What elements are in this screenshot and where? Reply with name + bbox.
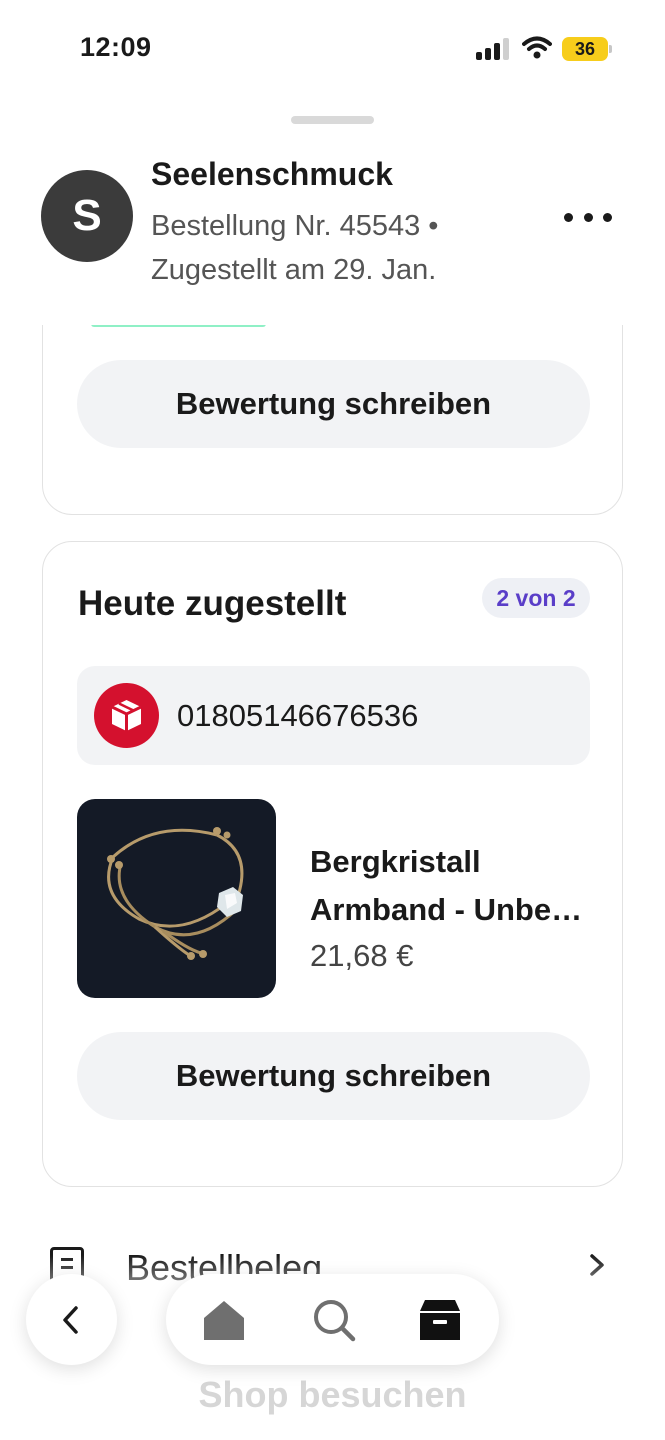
sheet-drag-handle[interactable]	[291, 116, 374, 124]
shipment-card: Heute zugestellt 2 von 2 01805146676536	[42, 541, 623, 1187]
product-title[interactable]: Bergkristall Armband - Unbehandelt	[310, 838, 600, 934]
product-price: 21,68 €	[310, 938, 414, 973]
more-options-icon[interactable]	[564, 208, 612, 226]
shipment-status-title: Heute zugestellt	[78, 584, 347, 623]
battery-nub	[609, 45, 612, 53]
back-chevron-icon	[63, 1306, 78, 1334]
wifi-icon	[522, 36, 552, 60]
back-button[interactable]	[26, 1274, 117, 1365]
shop-avatar[interactable]: S	[41, 170, 133, 262]
visit-shop-link[interactable]: Shop besuchen	[0, 1374, 665, 1416]
shop-name[interactable]: Seelenschmuck	[151, 156, 393, 193]
dhl-parcel-icon	[94, 683, 159, 748]
order-info: Bestellung Nr. 45543 • Zugestellt am 29.…	[151, 210, 439, 286]
shipment-count-badge: 2 von 2	[482, 578, 590, 618]
product-image[interactable]	[77, 799, 276, 998]
tracking-number: 01805146676536	[177, 698, 419, 733]
bottom-nav	[166, 1274, 499, 1365]
order-header: S Seelenschmuck Bestellung Nr. 45543 • Z…	[0, 130, 665, 325]
status-time: 12:09	[80, 32, 152, 62]
battery-icon: 36	[562, 37, 608, 61]
write-review-button[interactable]: Bewertung schreiben	[77, 1032, 590, 1120]
product-title-line2: Armband - Unbehandelt	[310, 892, 600, 927]
write-review-button[interactable]: Bewertung schreiben	[77, 360, 590, 448]
orders-box-icon[interactable]	[416, 1296, 464, 1344]
tracking-row[interactable]: 01805146676536	[77, 666, 590, 765]
search-icon[interactable]	[310, 1296, 358, 1344]
signal-icon	[476, 38, 510, 60]
status-bar: 12:09 36	[0, 0, 665, 100]
home-icon[interactable]	[200, 1296, 248, 1344]
product-title-line1: Bergkristall	[310, 844, 481, 879]
